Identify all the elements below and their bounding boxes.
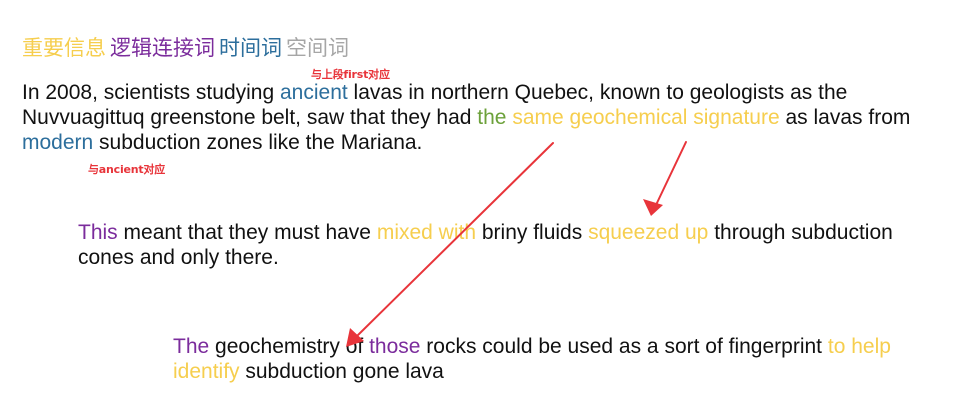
p2-squeezed: squeezed up <box>588 221 709 244</box>
color-legend: 重要信息 逻辑连接词 时间词 空间词 <box>22 32 353 62</box>
p3-text-2: rocks could be used as a sort of fingerp… <box>420 335 828 358</box>
p1-modern: modern <box>22 131 94 154</box>
p3-the: The <box>173 335 210 358</box>
p3-text-1: geochemistry of <box>209 335 370 358</box>
paragraph-3: The geochemistry of those rocks could be… <box>173 334 933 384</box>
p3-those: those <box>369 335 421 358</box>
p1-text-3: as lavas from <box>779 106 911 129</box>
p1-ancient: ancient <box>279 81 348 104</box>
p1-the: the <box>477 106 507 129</box>
paragraph-1: In 2008, scientists studying ancient lav… <box>22 80 952 155</box>
p2-text-2: briny fluids <box>476 221 589 244</box>
p1-signature: same geochemical signature <box>506 106 780 129</box>
arrowhead-to-this <box>643 199 663 216</box>
legend-time: 时间词 <box>219 36 282 60</box>
annotation-ancient: 与ancient对应 <box>88 163 166 176</box>
p3-text-3: subduction gone lava <box>239 360 444 383</box>
legend-important: 重要信息 <box>22 36 106 60</box>
legend-space: 空间词 <box>286 36 349 60</box>
legend-logic: 逻辑连接词 <box>110 36 215 60</box>
p2-mixed: mixed with <box>376 221 477 244</box>
paragraph-2: This meant that they must have mixed wit… <box>78 220 918 270</box>
p2-text-1: meant that they must have <box>117 221 377 244</box>
p1-text-4: subduction zones like the Mariana. <box>93 131 423 154</box>
p1-text-1: In 2008, scientists studying <box>22 81 280 104</box>
p2-this: This <box>78 221 118 244</box>
